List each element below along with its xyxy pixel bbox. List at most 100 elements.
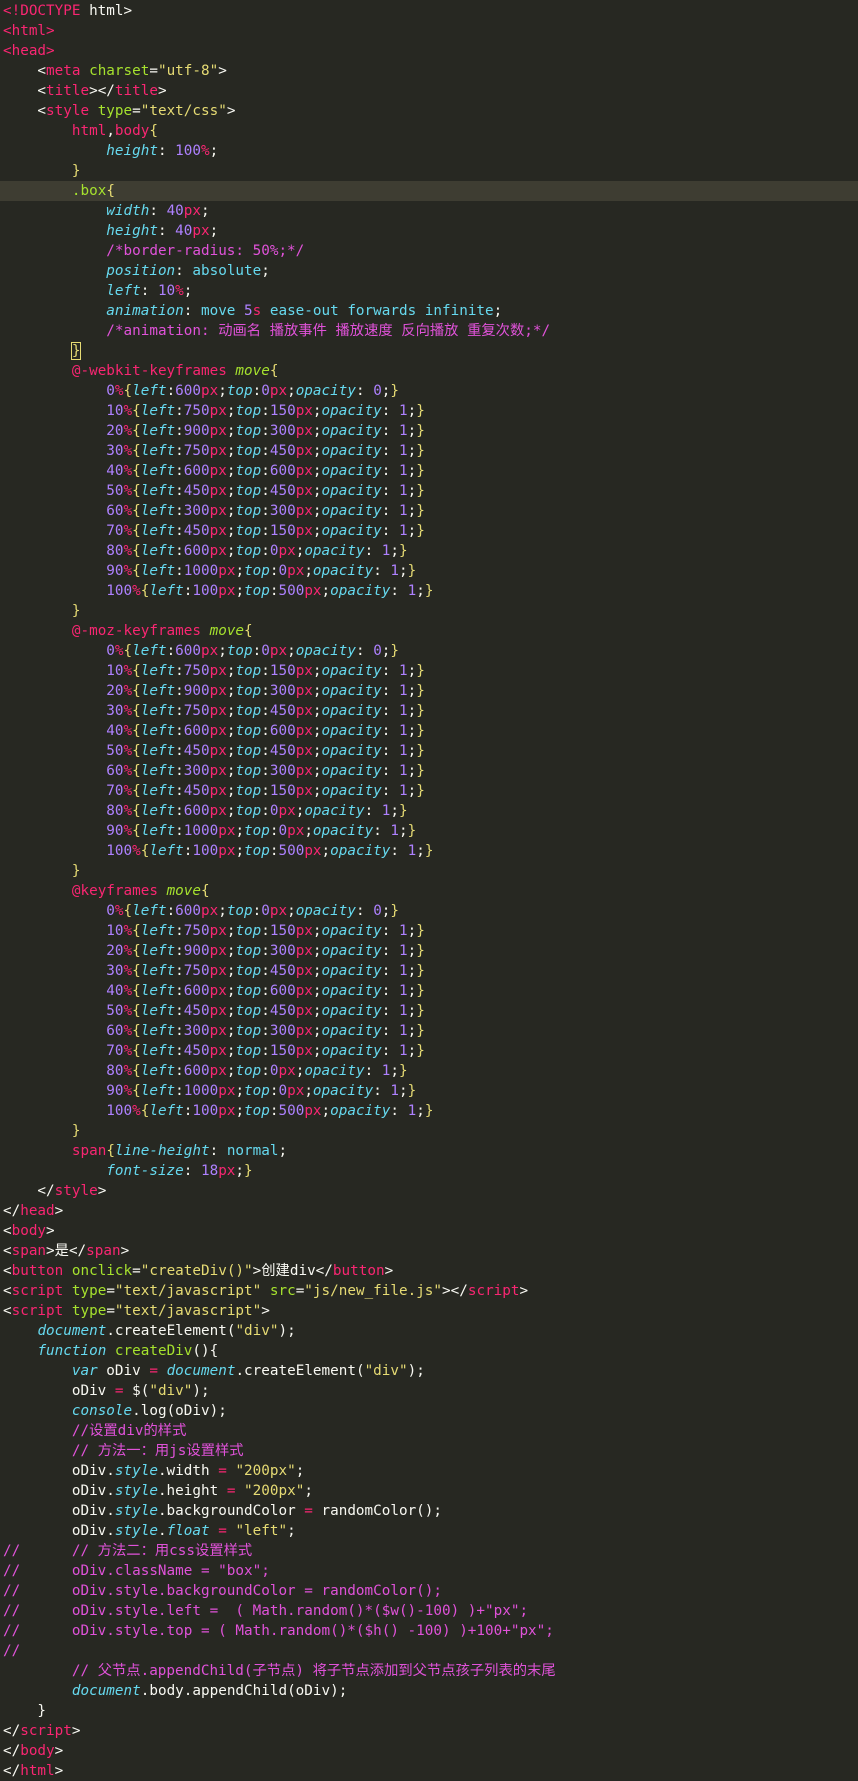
code-line[interactable]: // oDiv.style.backgroundColor = randomCo…	[0, 1581, 858, 1601]
code-line[interactable]: <title></title>	[0, 81, 858, 101]
code-line[interactable]: html,body{	[0, 121, 858, 141]
code-line[interactable]: font-size: 18px;}	[0, 1161, 858, 1181]
code-token: 450	[269, 1003, 296, 1019]
code-line[interactable]: //	[0, 1641, 858, 1661]
code-line[interactable]: 40%{left:600px;top:600px;opacity: 1;}	[0, 981, 858, 1001]
code-line[interactable]: 30%{left:750px;top:450px;opacity: 1;}	[0, 701, 858, 721]
code-token: }	[407, 1083, 417, 1099]
code-line[interactable]: 100%{left:100px;top:500px;opacity: 1;}	[0, 581, 858, 601]
code-line[interactable]: 80%{left:600px;top:0px;opacity: 1;}	[0, 801, 858, 821]
code-line[interactable]: /*animation: 动画名 播放事件 播放速度 反向播放 重复次数;*/	[0, 321, 858, 341]
code-line[interactable]: }	[0, 1701, 858, 1721]
code-line[interactable]: function createDiv(){	[0, 1341, 858, 1361]
code-line[interactable]: <script type="text/javascript">	[0, 1301, 858, 1321]
code-line[interactable]: console.log(oDiv);	[0, 1401, 858, 1421]
code-line[interactable]: // 方法一：用js设置样式	[0, 1441, 858, 1461]
code-token: opacity	[321, 923, 382, 939]
code-line[interactable]: 60%{left:300px;top:300px;opacity: 1;}	[0, 1021, 858, 1041]
code-line[interactable]: }	[0, 161, 858, 181]
code-line[interactable]: 70%{left:450px;top:150px;opacity: 1;}	[0, 521, 858, 541]
code-line[interactable]: @-moz-keyframes move{	[0, 621, 858, 641]
code-line[interactable]: // oDiv.className = "box";	[0, 1561, 858, 1581]
code-token: 70	[106, 523, 124, 539]
code-line[interactable]: }	[0, 341, 858, 361]
code-line[interactable]: 20%{left:900px;top:300px;opacity: 1;}	[0, 421, 858, 441]
code-line[interactable]: document.createElement("div");	[0, 1321, 858, 1341]
code-line[interactable]: 90%{left:1000px;top:0px;opacity: 1;}	[0, 1081, 858, 1101]
code-line[interactable]: document.body.appendChild(oDiv);	[0, 1681, 858, 1701]
code-line[interactable]: 90%{left:1000px;top:0px;opacity: 1;}	[0, 561, 858, 581]
code-line[interactable]: 40%{left:600px;top:600px;opacity: 1;}	[0, 461, 858, 481]
code-line[interactable]: 30%{left:750px;top:450px;opacity: 1;}	[0, 961, 858, 981]
code-line[interactable]: 0%{left:600px;top:0px;opacity: 0;}	[0, 901, 858, 921]
code-line[interactable]: var oDiv = document.createElement("div")…	[0, 1361, 858, 1381]
code-line[interactable]: height: 100%;	[0, 141, 858, 161]
code-line[interactable]: 50%{left:450px;top:450px;opacity: 1;}	[0, 741, 858, 761]
code-line[interactable]: @keyframes move{	[0, 881, 858, 901]
code-line[interactable]: 0%{left:600px;top:0px;opacity: 0;}	[0, 381, 858, 401]
code-line[interactable]: 30%{left:750px;top:450px;opacity: 1;}	[0, 441, 858, 461]
code-line[interactable]: /*border-radius: 50%;*/	[0, 241, 858, 261]
code-line[interactable]: oDiv.style.width = "200px";	[0, 1461, 858, 1481]
code-line[interactable]: .box{	[0, 181, 858, 201]
code-line[interactable]: <button onclick="createDiv()">创建div</but…	[0, 1261, 858, 1281]
code-line[interactable]: position: absolute;	[0, 261, 858, 281]
code-line[interactable]: 70%{left:450px;top:150px;opacity: 1;}	[0, 781, 858, 801]
code-line[interactable]: <!DOCTYPE html>	[0, 1, 858, 21]
code-line[interactable]: // // 方法二：用css设置样式	[0, 1541, 858, 1561]
code-line[interactable]: left: 10%;	[0, 281, 858, 301]
code-token: {	[132, 443, 141, 459]
code-token: :	[381, 1003, 400, 1019]
code-line[interactable]: // 父节点.appendChild(子节点) 将子节点添加到父节点孩子列表的末…	[0, 1661, 858, 1681]
code-token: 300	[269, 683, 296, 699]
code-line[interactable]: @-webkit-keyframes move{	[0, 361, 858, 381]
code-line[interactable]: <meta charset="utf-8">	[0, 61, 858, 81]
code-line[interactable]: oDiv.style.backgroundColor = randomColor…	[0, 1501, 858, 1521]
code-line[interactable]: 70%{left:450px;top:150px;opacity: 1;}	[0, 1041, 858, 1061]
code-line[interactable]: }	[0, 861, 858, 881]
code-line[interactable]: //设置div的样式	[0, 1421, 858, 1441]
code-line[interactable]: 80%{left:600px;top:0px;opacity: 1;}	[0, 1061, 858, 1081]
code-token: :	[252, 643, 262, 659]
code-line[interactable]: </style>	[0, 1181, 858, 1201]
code-line[interactable]: 90%{left:1000px;top:0px;opacity: 1;}	[0, 821, 858, 841]
code-token: 450	[183, 743, 210, 759]
code-line[interactable]: <body>	[0, 1221, 858, 1241]
code-line[interactable]: 20%{left:900px;top:300px;opacity: 1;}	[0, 941, 858, 961]
code-line[interactable]: <head>	[0, 41, 858, 61]
code-line[interactable]: }	[0, 601, 858, 621]
code-line[interactable]: animation: move 5s ease-out forwards inf…	[0, 301, 858, 321]
code-token: {	[123, 903, 133, 919]
code-line[interactable]: width: 40px;	[0, 201, 858, 221]
code-line[interactable]: oDiv = $("div");	[0, 1381, 858, 1401]
code-line[interactable]: </head>	[0, 1201, 858, 1221]
code-line[interactable]: oDiv.style.float = "left";	[0, 1521, 858, 1541]
code-line[interactable]: 100%{left:100px;top:500px;opacity: 1;}	[0, 841, 858, 861]
code-line[interactable]: span{line-height: normal;	[0, 1141, 858, 1161]
code-line[interactable]: 50%{left:450px;top:450px;opacity: 1;}	[0, 1001, 858, 1021]
code-line[interactable]: <style type="text/css">	[0, 101, 858, 121]
code-line[interactable]: </script>	[0, 1721, 858, 1741]
code-line[interactable]: 10%{left:750px;top:150px;opacity: 1;}	[0, 401, 858, 421]
code-line[interactable]: <html>	[0, 21, 858, 41]
code-line[interactable]: 60%{left:300px;top:300px;opacity: 1;}	[0, 501, 858, 521]
code-line[interactable]: 10%{left:750px;top:150px;opacity: 1;}	[0, 921, 858, 941]
code-line[interactable]: oDiv.style.height = "200px";	[0, 1481, 858, 1501]
code-line[interactable]: // oDiv.style.top = ( Math.random()*($h(…	[0, 1621, 858, 1641]
code-line[interactable]: </html>	[0, 1761, 858, 1781]
code-line[interactable]: 0%{left:600px;top:0px;opacity: 0;}	[0, 641, 858, 661]
code-line[interactable]: height: 40px;	[0, 221, 858, 241]
code-line[interactable]: 60%{left:300px;top:300px;opacity: 1;}	[0, 761, 858, 781]
code-line[interactable]: 20%{left:900px;top:300px;opacity: 1;}	[0, 681, 858, 701]
code-line[interactable]: // oDiv.style.left = ( Math.random()*($w…	[0, 1601, 858, 1621]
code-line[interactable]: </body>	[0, 1741, 858, 1761]
code-line[interactable]: 40%{left:600px;top:600px;opacity: 1;}	[0, 721, 858, 741]
code-line[interactable]: 50%{left:450px;top:450px;opacity: 1;}	[0, 481, 858, 501]
code-line[interactable]: 100%{left:100px;top:500px;opacity: 1;}	[0, 1101, 858, 1121]
code-editor[interactable]: <!DOCTYPE html> <html> <head> <meta charse…	[0, 0, 858, 1779]
code-line[interactable]: 80%{left:600px;top:0px;opacity: 1;}	[0, 541, 858, 561]
code-line[interactable]: <script type="text/javascript" src="js/n…	[0, 1281, 858, 1301]
code-line[interactable]: }	[0, 1121, 858, 1141]
code-line[interactable]: <span>是</span>	[0, 1241, 858, 1261]
code-line[interactable]: 10%{left:750px;top:150px;opacity: 1;}	[0, 661, 858, 681]
